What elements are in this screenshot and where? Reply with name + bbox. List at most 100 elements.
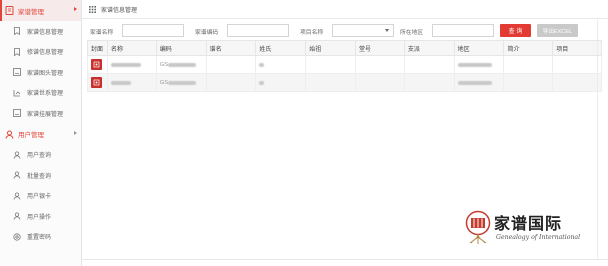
project-cell [553,56,601,73]
surname-cell [256,56,307,73]
user-icon [13,151,21,159]
page-title: 家谱信息管理 [101,7,138,14]
ancestor-cell [306,74,356,91]
genealogy-name-cell [207,56,257,73]
column-header: 简介 [504,41,554,55]
bookmark-icon [13,27,21,36]
user-icon [13,212,21,220]
genealogy-code-input[interactable] [227,24,289,37]
blurred-text [110,80,131,85]
hall-name-cell [356,74,405,91]
table-header: 封面 名称 编码 谱名 姓氏 始祖 堂号 支派 地区 简介 项目 [87,40,602,56]
code-value: GS [159,61,169,68]
book-icon [5,6,14,15]
logo-english-text: Genealogy of International [496,234,581,241]
column-header: 编码 [157,41,207,55]
ancestor-cell [306,56,356,73]
column-header: 谱名 [207,41,257,55]
branch-cell [405,74,455,91]
sidebar: 家谱管理 家谱信息管理 修谱信息管理 家谱图头管理 家谱世系管理 家谱挂展管理 … [0,0,82,266]
roots-logo-icon [465,210,491,244]
sidebar-item-user-ops[interactable]: 用户操作 [0,206,81,227]
genealogy-table: 封面 名称 编码 谱名 姓氏 始祖 堂号 支派 地区 简介 项目 GS GS [87,40,602,92]
column-header: 堂号 [356,41,405,55]
column-header: 地区 [455,41,505,55]
region-cell [455,56,505,73]
region-label: 所在地区 [400,30,424,36]
hall-name-cell [356,56,405,73]
chevron-down-icon [385,29,389,32]
sidebar-item-label: 家谱挂展管理 [27,111,64,118]
sidebar-item-revision-info[interactable]: 修谱信息管理 [0,42,81,63]
brand-logo: 家谱国际 Genealogy of International [462,209,604,249]
surname-cell [256,74,307,91]
tree-icon [13,89,21,97]
sidebar-item-label: 用户操作 [27,214,52,221]
user-icon [13,192,21,200]
sidebar-item-label: 批量查询 [27,173,52,180]
sidebar-item-genealogy-info[interactable]: 家谱信息管理 [0,21,81,42]
export-excel-button[interactable]: 导出EXCEL [537,24,578,37]
sidebar-item-label: 家谱世系管理 [27,91,64,98]
genealogy-code-label: 家谱编码 [195,30,219,36]
name-cell [108,56,157,73]
chevron-right-icon [74,7,77,11]
column-header: 项目 [556,46,569,53]
bookmark-icon [13,47,21,56]
column-header: 始祖 [306,41,356,55]
image-icon [13,68,21,77]
logo-chinese-text: 家谱国际 [494,214,563,233]
genealogy-name-cell [207,74,257,91]
sidebar-item-user-query[interactable]: 用户查询 [0,145,81,166]
page-header: 家谱信息管理 [82,0,608,19]
name-cell [108,74,157,91]
sidebar-item-batch-query[interactable]: 批量查询 [0,165,81,186]
sidebar-item-label: 重置密码 [27,235,52,242]
blurred-text [168,62,197,67]
sidebar-group-label: 家谱管理 [18,8,44,16]
sidebar-item-label: 家谱信息管理 [27,29,64,36]
table-row[interactable]: GS [87,74,602,92]
project-name-label: 项目名称 [300,30,324,36]
content-border [82,259,608,260]
project-cell [553,74,601,91]
sidebar-group-users[interactable]: 用户管理 [0,124,81,145]
blurred-text [168,80,197,85]
cover-thumbnail[interactable] [91,77,102,88]
sidebar-group-label: 用户管理 [18,132,44,139]
sidebar-item-reset-password[interactable]: 重置密码 [0,227,81,248]
user-icon [5,130,14,139]
sidebar-item-label: 用户银卡 [27,194,52,201]
blurred-text [259,80,265,85]
sidebar-item-header-image[interactable]: 家谱图头管理 [0,62,81,83]
table-row[interactable]: GS [87,56,602,74]
genealogy-name-label: 家谱名称 [90,30,114,36]
grid-icon [89,5,96,13]
sidebar-item-user-card[interactable]: 用户银卡 [0,186,81,207]
image-icon [13,109,21,118]
filter-bar: 家谱名称 家谱编码 项目名称 所在地区 查 询 导出EXCEL [82,22,608,39]
region-input[interactable] [432,24,494,37]
code-cell: GS [157,56,207,73]
column-header: 姓氏 [256,41,307,55]
column-header: 名称 [108,41,157,55]
sidebar-item-label: 修谱信息管理 [27,50,64,57]
cover-thumbnail[interactable] [91,59,102,70]
search-button[interactable]: 查 询 [500,24,531,37]
chevron-right-icon [74,130,77,135]
cover-cell [88,56,108,73]
branch-cell [405,56,455,73]
blurred-text [457,62,492,67]
column-header: 封面 [88,41,108,55]
code-value: GS [159,79,169,86]
sidebar-group-genealogy[interactable]: 家谱管理 [0,0,81,21]
project-name-select[interactable] [332,24,394,37]
sidebar-item-lineage[interactable]: 家谱世系管理 [0,83,81,104]
gear-icon [13,233,21,241]
code-cell: GS [157,74,207,91]
sidebar-item-display[interactable]: 家谱挂展管理 [0,103,81,124]
genealogy-name-input[interactable] [122,24,184,37]
blurred-text [457,80,492,85]
sidebar-item-label: 用户查询 [27,153,52,160]
cover-cell [88,74,108,91]
